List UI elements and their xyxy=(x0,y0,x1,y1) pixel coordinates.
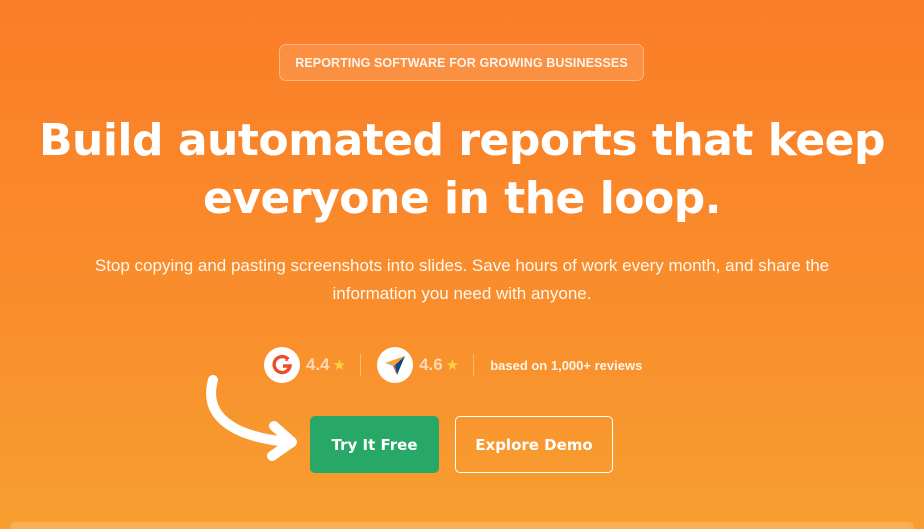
ratings-divider xyxy=(360,354,362,376)
try-it-free-button[interactable]: Try It Free xyxy=(310,416,439,473)
curved-arrow-icon xyxy=(206,375,297,461)
ratings-row: 2 4.4 ★ 4.6 ★ based on 1,000+ reviews xyxy=(264,346,642,384)
reviews-count-text: based on 1,000+ reviews xyxy=(490,357,643,373)
capterra-score: 4.6 xyxy=(419,355,443,374)
headline-line-1: Build automated reports that keep xyxy=(38,115,886,166)
hero-badge: REPORTING SOFTWARE FOR GROWING BUSINESSE… xyxy=(279,44,644,81)
ratings-divider xyxy=(473,354,475,376)
explore-demo-button[interactable]: Explore Demo xyxy=(455,416,613,473)
subtext-line-2: information you need with anyone. xyxy=(332,284,592,303)
subtext-line-1: Stop copying and pasting screenshots int… xyxy=(94,256,830,275)
hero-headline: Build automated reports that keep everyo… xyxy=(0,112,924,228)
hero-badge-text: REPORTING SOFTWARE FOR GROWING BUSINESSE… xyxy=(295,55,628,70)
content-preview-edge xyxy=(10,522,914,529)
capterra-logo-icon xyxy=(377,347,414,383)
headline-line-2: everyone in the loop. xyxy=(203,173,721,224)
g2-score: 4.4 xyxy=(306,355,330,374)
capterra-star-icon: ★ xyxy=(445,357,460,374)
g2-star-icon: ★ xyxy=(332,357,347,374)
hero-subtext: Stop copying and pasting screenshots int… xyxy=(40,252,884,308)
